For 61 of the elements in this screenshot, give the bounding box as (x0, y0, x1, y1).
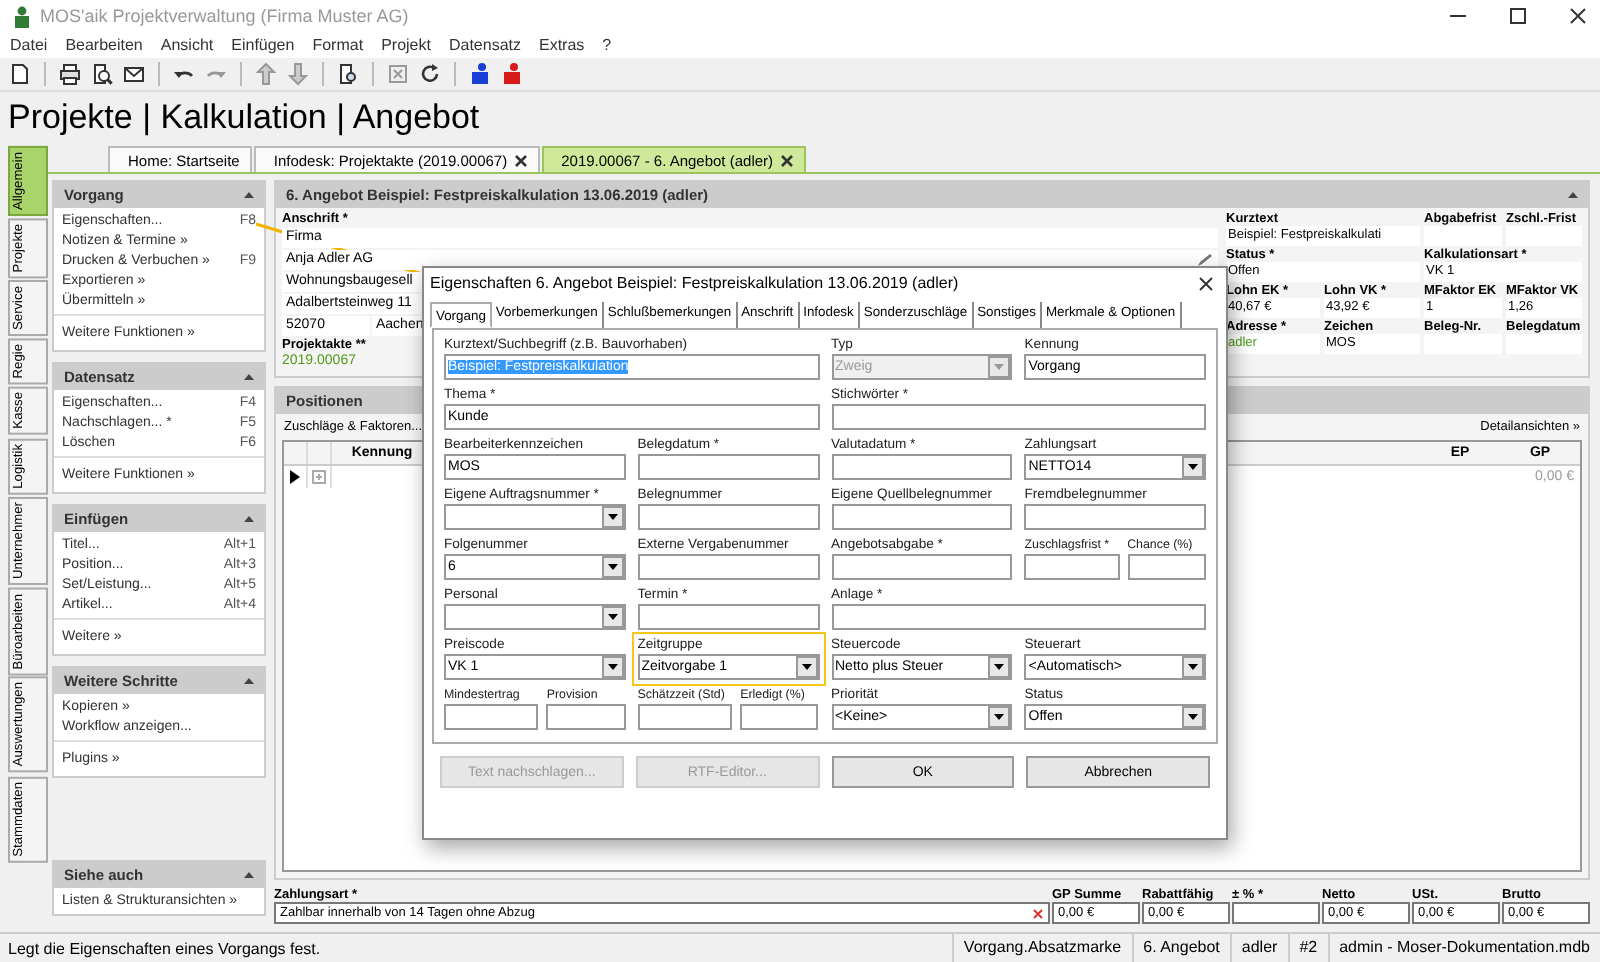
dialog-title: Eigenschaften 6. Angebot Beispiel: Festpreiskalkulation 13.06.2019 (adler) (430, 274, 959, 292)
input-field[interactable] (444, 704, 539, 730)
input-field[interactable] (831, 604, 1206, 630)
menu-item[interactable]: ? (602, 36, 612, 54)
status-pane: Vorgang.Absatzmarke (951, 934, 1132, 962)
input-field[interactable] (637, 604, 819, 630)
input-field[interactable] (740, 704, 819, 730)
collapse-icon[interactable] (244, 192, 254, 198)
menu-item[interactable]: Bearbeiten (65, 36, 143, 54)
app-icon (12, 5, 32, 27)
input-field[interactable] (831, 454, 1013, 480)
menu-item[interactable]: Datei (10, 36, 48, 54)
status-message: Legt die Eigenschaften eines Vorgangs fest. (6, 939, 323, 957)
collapse-icon[interactable] (244, 516, 254, 522)
mail-icon[interactable] (122, 62, 146, 86)
refresh-icon[interactable] (418, 62, 442, 86)
print-preview-icon[interactable] (90, 62, 114, 86)
window-title: MOS'aik Projektverwaltung (Firma Muster AG) (40, 6, 409, 26)
status-pane: adler (1229, 934, 1288, 962)
input-field[interactable] (637, 704, 733, 730)
collapse-icon[interactable] (244, 374, 254, 380)
collapse-icon[interactable] (1568, 192, 1578, 198)
input-field[interactable] (831, 554, 1013, 580)
close-icon[interactable] (513, 153, 528, 167)
print-icon[interactable] (58, 62, 82, 86)
collapse-icon[interactable] (244, 678, 254, 684)
clear-icon[interactable] (1032, 907, 1044, 919)
dropdown-field[interactable] (444, 504, 626, 530)
input-field[interactable] (637, 554, 819, 580)
input-field[interactable] (1127, 554, 1206, 580)
menu-item[interactable]: Datensatz (448, 36, 521, 54)
input-field[interactable] (1024, 554, 1120, 580)
menu-item[interactable]: Projekt (381, 36, 431, 54)
collapse-icon[interactable] (244, 872, 254, 878)
status-pane: 6. Angebot (1131, 934, 1230, 962)
input-field[interactable] (637, 504, 819, 530)
input-field[interactable] (831, 504, 1013, 530)
person-icon[interactable] (468, 62, 492, 86)
document-search-icon[interactable] (336, 62, 360, 86)
down-arrow-icon[interactable] (286, 62, 310, 86)
close-box-icon[interactable] (386, 62, 410, 86)
input-field[interactable] (546, 704, 626, 730)
status-pane: admin - Moser-Dokumentation.mdb (1327, 934, 1600, 962)
close-icon[interactable] (1198, 275, 1214, 291)
close-icon[interactable] (1568, 6, 1588, 26)
breadcrumb-title: Projekte | Kalkulation | Angebot (6, 96, 482, 140)
input-field[interactable] (637, 454, 819, 480)
close-icon[interactable] (779, 153, 794, 167)
menu-item[interactable]: Format (312, 36, 364, 54)
status-pane: #2 (1287, 934, 1328, 962)
menu-item[interactable]: Ansicht (160, 36, 214, 54)
value-field (1232, 902, 1320, 924)
new-document-icon[interactable] (8, 62, 32, 86)
up-arrow-icon[interactable] (254, 62, 278, 86)
input-field[interactable] (831, 404, 1206, 430)
menu-item[interactable]: Extras (539, 36, 585, 54)
menu-item[interactable]: Einfügen (231, 36, 295, 54)
maximize-icon[interactable] (1508, 6, 1528, 26)
row-pointer-icon (290, 470, 300, 484)
dropdown-field[interactable] (444, 604, 626, 630)
input-field[interactable] (1024, 504, 1206, 530)
